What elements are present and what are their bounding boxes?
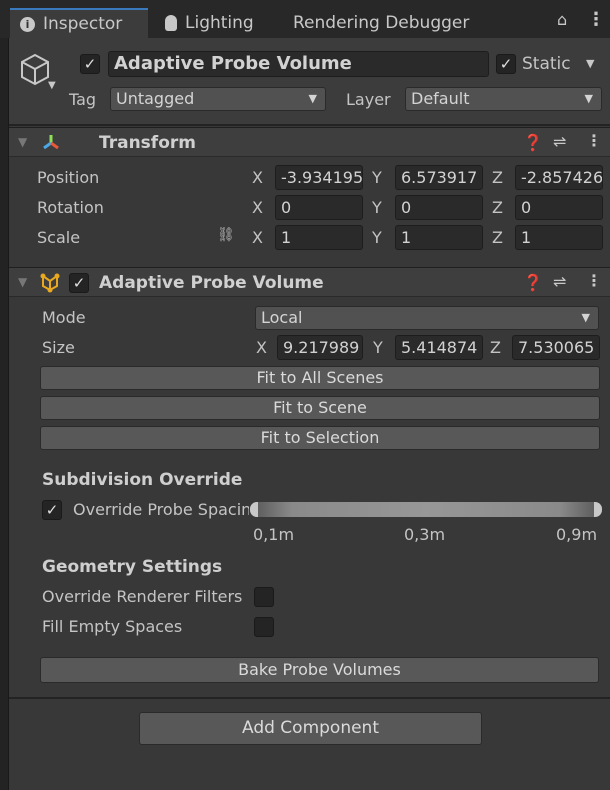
presets-icon[interactable]: ⇌ bbox=[553, 132, 566, 151]
mode-label: Mode bbox=[42, 308, 86, 327]
more-icon[interactable]: ⋮ bbox=[586, 131, 602, 150]
add-component-button[interactable]: Add Component bbox=[139, 712, 482, 745]
size-y-label: Y bbox=[373, 338, 383, 357]
apv-title: Adaptive Probe Volume bbox=[99, 273, 324, 293]
subdivision-heading: Subdivision Override bbox=[42, 470, 243, 490]
position-x-field[interactable]: -3.934195 bbox=[275, 165, 363, 190]
position-z-field[interactable]: -2.857426 bbox=[515, 165, 603, 190]
tab-rendering-debugger[interactable]: Rendering Debugger bbox=[283, 8, 479, 38]
override-spacing-label: Override Probe Spacing bbox=[73, 500, 249, 519]
transform-axis-icon bbox=[43, 135, 59, 150]
rotation-z-field[interactable]: 0 bbox=[515, 195, 603, 220]
tab-inspector[interactable]: i Inspector bbox=[10, 8, 148, 38]
static-checkbox[interactable]: ✓ bbox=[496, 54, 516, 74]
apv-enabled-checkbox[interactable]: ✓ bbox=[69, 273, 89, 293]
slider-max-handle[interactable] bbox=[594, 502, 602, 517]
tick-label: 0,3m bbox=[404, 525, 446, 544]
tick-label: 0,1m bbox=[253, 525, 295, 544]
tab-label: Rendering Debugger bbox=[293, 13, 470, 33]
name-field[interactable]: Adaptive Probe Volume bbox=[108, 51, 489, 77]
info-icon: i bbox=[20, 16, 35, 32]
fit-scene-button[interactable]: Fit to Scene bbox=[40, 396, 600, 420]
axis-x-label: X bbox=[252, 168, 263, 187]
more-icon[interactable]: ⋮ bbox=[586, 271, 602, 290]
layer-label: Layer bbox=[346, 90, 391, 109]
axis-y-label: Y bbox=[372, 228, 382, 247]
bulb-icon bbox=[165, 15, 177, 31]
tab-lighting[interactable]: Lighting bbox=[155, 8, 264, 38]
axis-y-label: Y bbox=[372, 198, 382, 217]
fill-empty-checkbox[interactable] bbox=[254, 617, 274, 637]
size-y-field[interactable]: 5.414874 bbox=[395, 335, 483, 360]
axis-z-label: Z bbox=[492, 168, 503, 187]
tab-bar: i Inspector Lighting Rendering Debugger … bbox=[0, 0, 610, 38]
override-filters-label: Override Renderer Filters bbox=[42, 587, 243, 606]
constrain-proportions-icon[interactable]: ⛓ bbox=[217, 227, 235, 243]
geometry-heading: Geometry Settings bbox=[42, 557, 223, 577]
chevron-down-icon: ▼ bbox=[308, 92, 317, 105]
tag-dropdown[interactable]: Untagged ▼ bbox=[110, 87, 326, 111]
transform-scale-label: Scale bbox=[37, 228, 81, 247]
gameobject-cube-icon[interactable] bbox=[18, 52, 52, 88]
transform-position-label: Position bbox=[37, 168, 100, 187]
size-x-field[interactable]: 9.217989 bbox=[277, 335, 363, 360]
tick-label: 0,9m bbox=[556, 525, 598, 544]
scale-x-field[interactable]: 1 bbox=[275, 225, 363, 250]
lock-icon[interactable]: ⌂ bbox=[557, 10, 567, 29]
scale-y-field[interactable]: 1 bbox=[395, 225, 483, 250]
mode-dropdown[interactable]: Local ▼ bbox=[255, 306, 599, 330]
foldout-arrow-icon[interactable]: ▼ bbox=[18, 135, 27, 149]
size-label: Size bbox=[42, 338, 75, 357]
tag-label: Tag bbox=[69, 90, 97, 109]
chevron-down-icon: ▼ bbox=[584, 92, 593, 105]
help-icon[interactable]: ❓ bbox=[523, 273, 543, 292]
slider-min-handle[interactable] bbox=[250, 502, 258, 517]
axis-z-label: Z bbox=[492, 228, 503, 247]
axis-z-label: Z bbox=[492, 198, 503, 217]
override-filters-checkbox[interactable] bbox=[254, 587, 274, 607]
size-z-field[interactable]: 7.530065 bbox=[512, 335, 600, 360]
foldout-arrow-icon[interactable]: ▼ bbox=[18, 275, 27, 289]
tag-value: Untagged bbox=[116, 89, 195, 108]
layer-value: Default bbox=[411, 89, 470, 108]
axis-y-label: Y bbox=[372, 168, 382, 187]
static-dropdown-arrow[interactable]: ▼ bbox=[586, 57, 594, 70]
layer-dropdown[interactable]: Default ▼ bbox=[405, 87, 602, 111]
position-y-field[interactable]: 6.573917 bbox=[395, 165, 483, 190]
scale-z-field[interactable]: 1 bbox=[515, 225, 603, 250]
fit-all-scenes-button[interactable]: Fit to All Scenes bbox=[40, 366, 600, 390]
more-icon[interactable]: ⋮ bbox=[587, 9, 605, 30]
fill-empty-label: Fill Empty Spaces bbox=[42, 617, 183, 636]
fit-selection-button[interactable]: Fit to Selection bbox=[40, 426, 600, 450]
bake-probe-volumes-button[interactable]: Bake Probe Volumes bbox=[40, 657, 599, 683]
axis-x-label: X bbox=[252, 228, 263, 247]
active-checkbox[interactable]: ✓ bbox=[80, 54, 100, 74]
override-spacing-checkbox[interactable]: ✓ bbox=[42, 500, 62, 520]
static-label: Static bbox=[522, 54, 571, 74]
rotation-y-field[interactable]: 0 bbox=[395, 195, 483, 220]
size-x-label: X bbox=[256, 338, 267, 357]
tab-label: Lighting bbox=[185, 13, 254, 33]
axis-x-label: X bbox=[252, 198, 263, 217]
chevron-down-icon: ▼ bbox=[581, 311, 590, 324]
transform-rotation-label: Rotation bbox=[37, 198, 104, 217]
mode-value: Local bbox=[261, 308, 303, 327]
icon-dropdown-arrow[interactable]: ▼ bbox=[48, 80, 56, 91]
transform-title: Transform bbox=[99, 133, 196, 153]
rotation-x-field[interactable]: 0 bbox=[275, 195, 363, 220]
probe-spacing-range-slider[interactable] bbox=[250, 502, 602, 517]
left-border bbox=[0, 38, 9, 790]
help-icon[interactable]: ❓ bbox=[523, 133, 543, 152]
probe-volume-icon bbox=[40, 273, 60, 293]
divider bbox=[9, 697, 610, 699]
presets-icon[interactable]: ⇌ bbox=[553, 272, 566, 291]
tab-label: Inspector bbox=[43, 14, 123, 34]
size-z-label: Z bbox=[490, 338, 501, 357]
